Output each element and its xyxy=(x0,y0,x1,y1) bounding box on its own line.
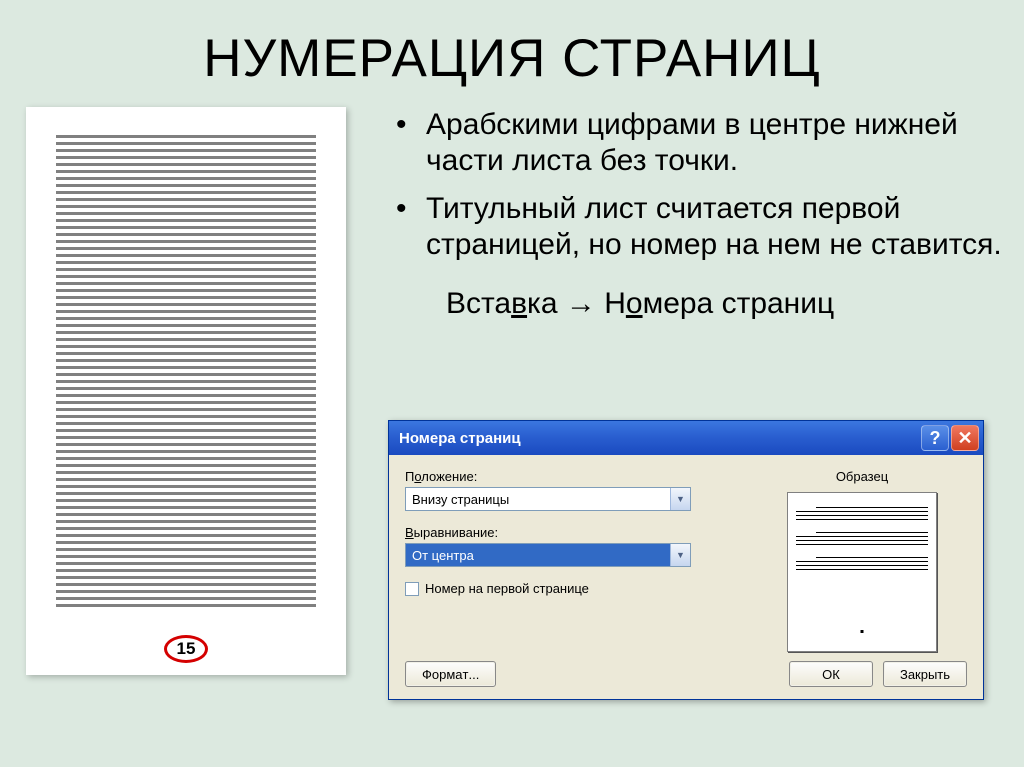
preview-label: Образец xyxy=(757,469,967,484)
position-combo[interactable]: Внизу страницы ▼ xyxy=(405,487,691,511)
first-page-checkbox-label: Номер на первой странице xyxy=(425,581,589,596)
close-dialog-button[interactable]: Закрыть xyxy=(883,661,967,687)
preview-box xyxy=(787,492,937,652)
page-number-value: 15 xyxy=(177,639,196,659)
dialog-title: Номера страниц xyxy=(399,430,919,447)
page-lines xyxy=(56,135,316,607)
dialog-titlebar[interactable]: Номера страниц ? ✕ xyxy=(389,421,983,455)
close-button[interactable]: ✕ xyxy=(951,425,979,451)
bullet-item: Титульный лист считается первой странице… xyxy=(386,191,1004,263)
dialog-buttons: Формат... ОК Закрыть xyxy=(405,661,967,687)
format-button[interactable]: Формат... xyxy=(405,661,496,687)
alignment-value: От центра xyxy=(406,548,670,563)
bullet-item: Арабскими цифрами в центре нижней части … xyxy=(386,107,1004,179)
slide: НУМЕРАЦИЯ СТРАНИЦ 15 Арабскими цифрами в… xyxy=(0,0,1024,767)
preview-area: Образец xyxy=(757,469,967,652)
page-numbers-dialog: Номера страниц ? ✕ Положение: Внизу стра… xyxy=(388,420,984,700)
first-page-checkbox-row[interactable]: Номер на первой странице xyxy=(405,581,715,596)
arrow-icon: → xyxy=(566,287,596,320)
ok-button[interactable]: ОК xyxy=(789,661,873,687)
dialog-body: Положение: Внизу страницы ▼ Выравнивание… xyxy=(389,455,983,699)
position-value: Внизу страницы xyxy=(406,492,670,507)
page-number-highlight: 15 xyxy=(164,635,208,663)
alignment-label: Выравнивание: xyxy=(405,525,715,540)
close-icon: ✕ xyxy=(957,428,972,449)
menu-path: Вставка → Номера страниц xyxy=(446,287,1004,321)
chevron-down-icon: ▼ xyxy=(670,544,690,566)
slide-title: НУМЕРАЦИЯ СТРАНИЦ xyxy=(0,0,1024,89)
alignment-combo[interactable]: От центра ▼ xyxy=(405,543,691,567)
help-icon: ? xyxy=(930,428,941,449)
bullet-list: Арабскими цифрами в центре нижней части … xyxy=(386,107,1004,263)
help-button[interactable]: ? xyxy=(921,425,949,451)
checkbox-icon[interactable] xyxy=(405,582,419,596)
page-illustration: 15 xyxy=(26,107,346,675)
chevron-down-icon: ▼ xyxy=(670,488,690,510)
dialog-left: Положение: Внизу страницы ▼ Выравнивание… xyxy=(405,469,715,596)
position-label: Положение: xyxy=(405,469,715,484)
preview-pagenum-dot xyxy=(861,630,864,633)
